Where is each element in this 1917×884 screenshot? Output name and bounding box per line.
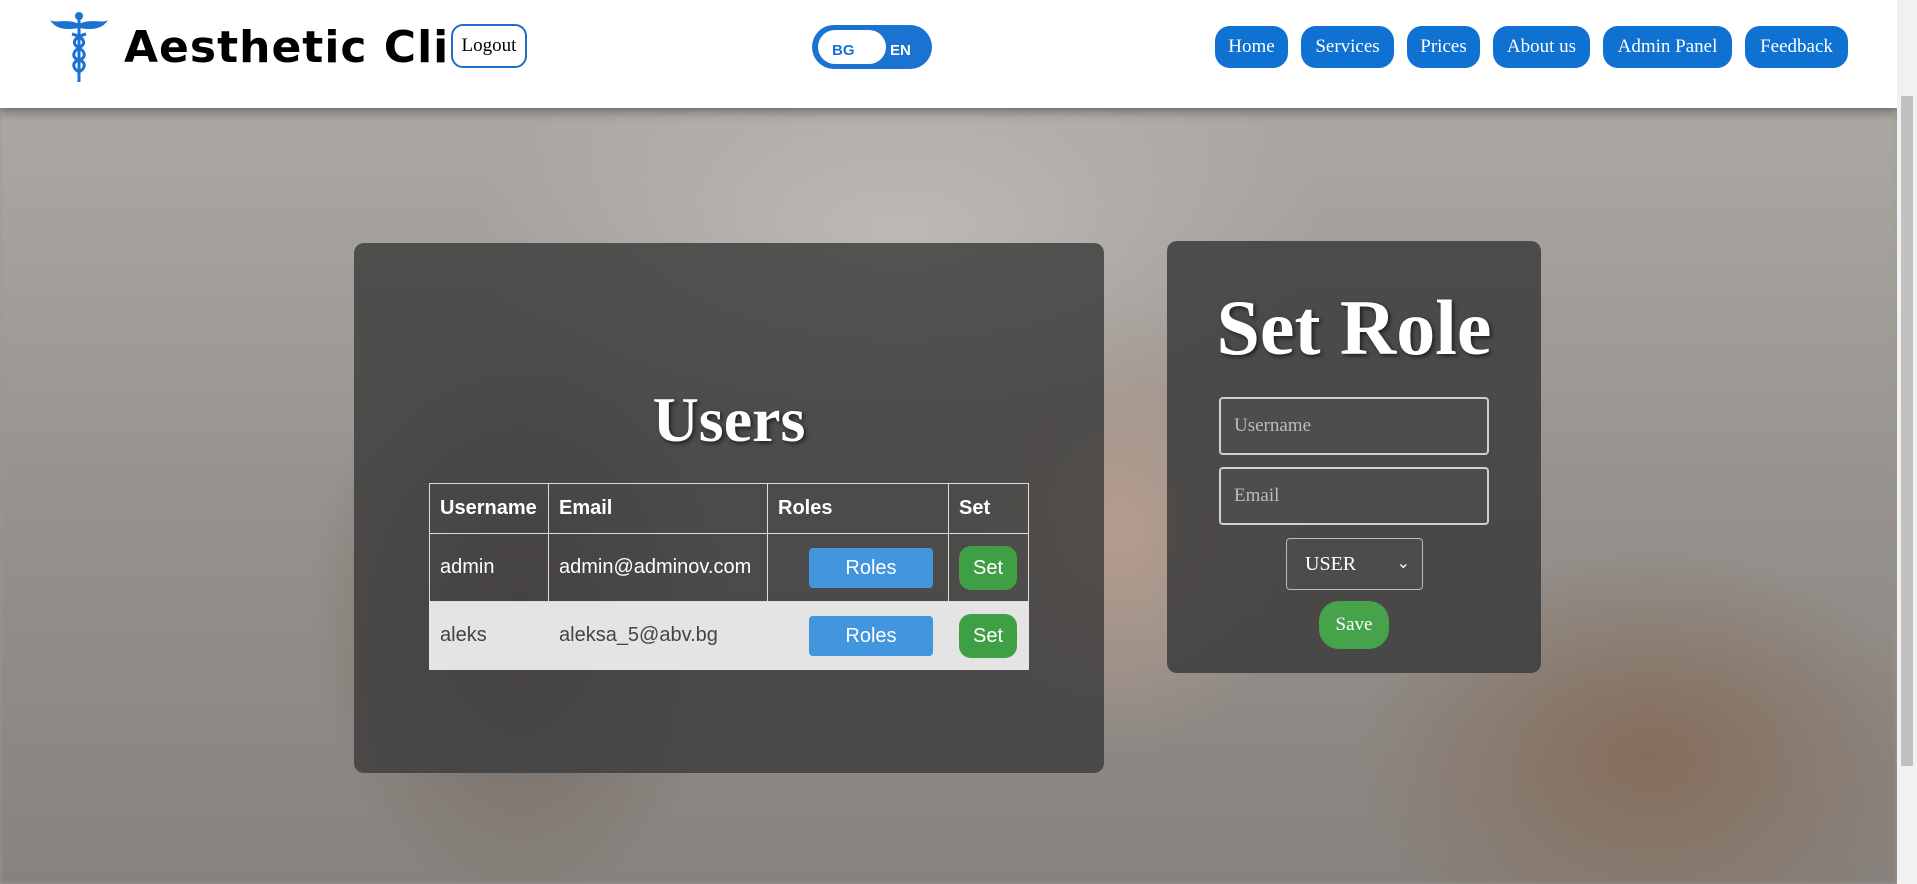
- set-role-panel: Set Role Username Email USER ⌄ Save: [1167, 241, 1541, 673]
- cell-username: aleks: [429, 601, 549, 670]
- column-header-email: Email: [548, 483, 768, 534]
- caduceus-icon: [50, 12, 108, 82]
- language-toggle[interactable]: BG EN: [812, 25, 932, 69]
- logout-button[interactable]: Logout: [451, 24, 527, 68]
- set-button[interactable]: Set: [959, 545, 1017, 590]
- column-header-username: Username: [429, 483, 549, 534]
- roles-button[interactable]: Roles: [809, 615, 933, 656]
- table-row: aleks aleksa_5@abv.bg Roles Set: [429, 601, 1029, 670]
- users-panel: Users Username Email Roles Set admin adm…: [354, 243, 1104, 773]
- users-title: Users: [652, 384, 806, 455]
- cell-roles: Roles: [767, 601, 949, 670]
- header: Aesthetic Clinic Logout BG EN Home Servi…: [0, 0, 1897, 108]
- chevron-down-icon: ⌄: [1396, 555, 1410, 572]
- set-role-title: Set Role: [1216, 284, 1492, 371]
- set-button[interactable]: Set: [959, 613, 1017, 658]
- column-header-set: Set: [948, 483, 1029, 534]
- role-select[interactable]: USER ⌄: [1286, 538, 1423, 590]
- role-select-value: USER: [1305, 552, 1357, 575]
- nav-home[interactable]: Home: [1215, 26, 1288, 68]
- cell-username: admin: [429, 533, 549, 602]
- nav-prices[interactable]: Prices: [1407, 26, 1480, 68]
- cell-email: admin@adminov.com: [548, 533, 768, 602]
- cell-roles: Roles: [767, 533, 949, 602]
- lang-en-label: EN: [890, 42, 911, 59]
- cell-set: Set: [948, 601, 1029, 670]
- cell-set: Set: [948, 533, 1029, 602]
- lang-bg-label: BG: [832, 42, 855, 59]
- nav-about-us[interactable]: About us: [1493, 26, 1590, 68]
- nav-services[interactable]: Services: [1301, 26, 1394, 68]
- table-row: admin admin@adminov.com Roles Set: [429, 533, 1029, 602]
- cell-email: aleksa_5@abv.bg: [548, 601, 768, 670]
- username-input[interactable]: Username: [1219, 397, 1489, 455]
- scrollbar-thumb[interactable]: [1901, 96, 1913, 766]
- users-table: Username Email Roles Set admin admin@adm…: [429, 483, 1029, 670]
- roles-button[interactable]: Roles: [809, 547, 933, 588]
- nav-admin-panel[interactable]: Admin Panel: [1603, 26, 1732, 68]
- column-header-roles: Roles: [767, 483, 949, 534]
- nav-feedback[interactable]: Feedback: [1745, 26, 1848, 68]
- save-button[interactable]: Save: [1319, 601, 1389, 649]
- scrollbar[interactable]: [1897, 0, 1917, 884]
- email-input[interactable]: Email: [1219, 467, 1489, 525]
- table-header-row: Username Email Roles Set: [429, 483, 1029, 534]
